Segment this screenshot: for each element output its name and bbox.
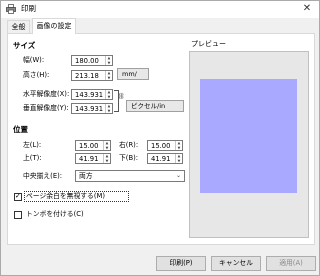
spin-down-icon[interactable]: ▼: [106, 61, 112, 66]
bottom-label: 下(B):: [119, 154, 139, 162]
v-res-field[interactable]: ▲▼: [71, 103, 113, 114]
right-label: 右(R):: [119, 141, 139, 149]
crop-marks-checkbox[interactable]: [14, 211, 22, 219]
preview-label: プレビュー: [191, 40, 226, 48]
width-field[interactable]: ▲▼: [71, 55, 113, 66]
chain-link-icon[interactable]: ⛓: [117, 93, 125, 100]
width-label: 幅(W):: [23, 56, 45, 64]
tab-general[interactable]: 全般: [7, 20, 30, 33]
printer-icon: [6, 4, 16, 14]
spin-down-icon[interactable]: ▼: [106, 95, 112, 100]
v-res-spinner[interactable]: ▲ ▼: [105, 104, 112, 113]
crop-marks-label[interactable]: トンボを付ける(C): [26, 209, 84, 220]
h-res-input[interactable]: [72, 90, 104, 99]
right-field[interactable]: ▲▼: [147, 140, 183, 151]
top-field[interactable]: ▲▼: [75, 153, 111, 164]
center-select[interactable]: 両方 ⌄: [75, 170, 185, 182]
top-label: 上(T):: [23, 154, 42, 162]
apply-button[interactable]: 適用(A): [266, 256, 316, 271]
height-input[interactable]: [72, 71, 104, 80]
resolution-unit-selector[interactable]: ピクセル/in: [126, 100, 184, 112]
spin-down-icon[interactable]: ▼: [106, 76, 112, 81]
height-spinner[interactable]: ▲ ▼: [105, 71, 112, 80]
v-res-label: 垂直解像度(Y):: [23, 104, 69, 112]
title-bar: 印刷 ✕: [1, 1, 319, 18]
ignore-margin-checkbox[interactable]: ✓: [14, 192, 22, 201]
v-res-input[interactable]: [72, 104, 104, 113]
spin-down-icon[interactable]: ▼: [176, 146, 182, 151]
left-field[interactable]: ▲▼: [75, 140, 111, 151]
top-spinner[interactable]: ▲ ▼: [103, 154, 110, 163]
left-input[interactable]: [76, 141, 102, 150]
spin-down-icon[interactable]: ▼: [104, 159, 110, 164]
checkmark-icon: ✓: [15, 192, 21, 200]
h-res-field[interactable]: ▲▼: [71, 89, 113, 100]
bottom-input[interactable]: [148, 154, 174, 163]
size-heading: サイズ: [13, 41, 36, 50]
cancel-button[interactable]: キャンセル: [211, 256, 261, 271]
spin-down-icon[interactable]: ▼: [176, 159, 182, 164]
center-label: 中央揃え(E):: [23, 172, 63, 180]
width-spinner[interactable]: ▲ ▼: [105, 56, 112, 65]
close-button[interactable]: ✕: [297, 2, 317, 16]
h-res-spinner[interactable]: ▲ ▼: [105, 90, 112, 99]
spin-down-icon[interactable]: ▼: [104, 146, 110, 151]
tab-image-settings[interactable]: 画像の設定: [32, 18, 76, 34]
print-button[interactable]: 印刷(P): [156, 256, 206, 271]
chevron-down-icon[interactable]: ⌄: [176, 171, 181, 181]
right-input[interactable]: [148, 141, 174, 150]
h-res-label: 水平解像度(X):: [23, 90, 70, 98]
center-select-value: 両方: [79, 172, 93, 180]
bottom-field[interactable]: ▲▼: [147, 153, 183, 164]
width-input[interactable]: [72, 56, 104, 65]
ignore-margin-label[interactable]: ページ余白を無視する(M): [26, 191, 105, 202]
height-field[interactable]: ▲▼: [71, 70, 113, 81]
position-heading: 位置: [13, 125, 28, 134]
left-spinner[interactable]: ▲ ▼: [103, 141, 110, 150]
spin-down-icon[interactable]: ▼: [106, 109, 112, 114]
print-dialog: 印刷 ✕ 全般 画像の設定 サイズ 幅(W): ▲▼ 高さ(H): ▲▼ mm/…: [0, 0, 320, 276]
top-input[interactable]: [76, 154, 102, 163]
size-unit-selector[interactable]: mm/: [117, 68, 149, 80]
preview-page: [200, 79, 297, 193]
left-label: 左(L):: [23, 141, 42, 149]
right-spinner[interactable]: ▲ ▼: [175, 141, 182, 150]
height-label: 高さ(H):: [23, 71, 50, 79]
bottom-spinner[interactable]: ▲ ▼: [175, 154, 182, 163]
window-title: 印刷: [21, 4, 36, 13]
